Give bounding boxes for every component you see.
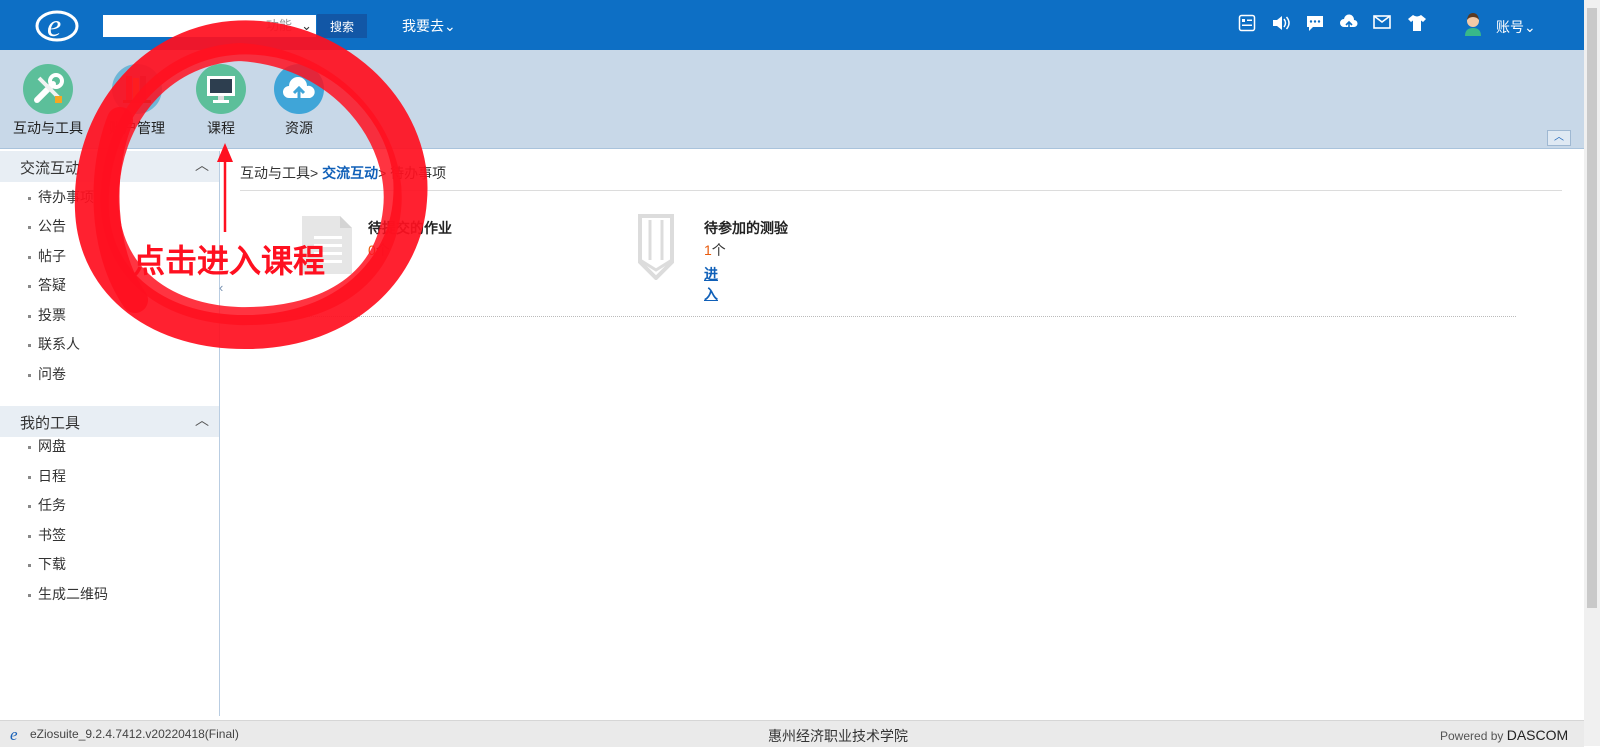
sidebar-item-label: 答疑 xyxy=(38,277,66,293)
app-label: 账户管理 xyxy=(109,120,165,136)
count-value: 0 xyxy=(368,242,376,258)
sidebar-item-announcement[interactable]: 公告 xyxy=(28,216,66,236)
search-button[interactable]: 搜索 xyxy=(317,14,367,38)
sidebar-collapse-handle[interactable]: ‹ xyxy=(219,280,231,304)
speaker-icon[interactable] xyxy=(1271,14,1291,34)
sidebar-item-label: 问卷 xyxy=(38,366,66,382)
chevron-down-icon: ⌄ xyxy=(444,18,456,34)
annotation-label: 点击进入课程 xyxy=(133,243,326,279)
powered-brand: DASCOM xyxy=(1506,727,1569,743)
tshirt-icon[interactable] xyxy=(1407,14,1427,34)
app-label: 资源 xyxy=(285,120,313,136)
sidebar-item-label: 下载 xyxy=(38,556,66,572)
cloud-icon xyxy=(274,64,324,114)
version-text: eZiosuite_9.2.4.7412.v20220418(Final) xyxy=(30,727,239,741)
section-title: 交流互动 xyxy=(20,160,81,177)
sidebar-section-my-tools[interactable]: 我的工具 ︿ xyxy=(0,406,219,437)
card-count: 1个 xyxy=(704,240,726,260)
goto-menu[interactable]: 我要去⌄ xyxy=(402,16,456,36)
app-toolbar: 互动与工具 账户管理 课程 资源 xyxy=(0,50,1584,149)
count-unit: 个 xyxy=(375,242,390,258)
footer: e eZiosuite_9.2.4.7412.v20220418(Final) … xyxy=(0,720,1584,747)
chevron-left-icon: ‹ xyxy=(219,280,224,295)
sidebar-item-task[interactable]: 任务 xyxy=(28,495,66,515)
sidebar-item-label: 待办事项 xyxy=(38,189,94,205)
page-scrollbar[interactable] xyxy=(1584,0,1600,746)
breadcrumb-current: > 待办事项 xyxy=(378,165,447,181)
chevron-up-icon: ︿ xyxy=(195,157,209,173)
chevron-down-icon: ⌄ xyxy=(301,18,312,33)
sidebar-item-label: 公告 xyxy=(38,218,66,234)
avatar xyxy=(1465,13,1481,36)
sidebar-item-label: 投票 xyxy=(38,307,66,323)
sidebar-item-bookmark[interactable]: 书签 xyxy=(28,525,66,545)
sidebar-item-qrcode[interactable]: 生成二维码 xyxy=(28,584,108,604)
ezio-small-logo-icon: e xyxy=(10,726,18,742)
app-resources[interactable]: 资源 xyxy=(259,64,339,138)
enter-quiz-link[interactable]: 进入 xyxy=(704,264,718,304)
monitor-icon xyxy=(196,64,246,114)
powered-prefix: Powered by xyxy=(1440,729,1507,743)
top-bar: e 功能 ⌄ 搜索 我要去⌄ 账号⌄ xyxy=(0,0,1584,50)
sidebar-item-label: 帖子 xyxy=(38,248,66,264)
app-interaction-tools[interactable]: 互动与工具 xyxy=(8,64,88,138)
content-divider xyxy=(286,316,1516,317)
breadcrumb: 互动与工具> 交流互动> 待办事项 xyxy=(240,163,446,183)
card-count: 0个 xyxy=(368,240,390,260)
chat-icon[interactable] xyxy=(1305,14,1325,34)
profile-card-icon[interactable] xyxy=(1238,14,1258,34)
section-title: 我的工具 xyxy=(20,415,81,432)
app-label: 互动与工具 xyxy=(13,120,83,136)
goto-menu-label: 我要去 xyxy=(402,18,444,34)
sidebar-item-label: 生成二维码 xyxy=(38,586,108,602)
app-label: 课程 xyxy=(207,120,235,136)
chevron-down-icon: ⌄ xyxy=(1524,19,1536,35)
sidebar-item-label: 联系人 xyxy=(38,336,80,352)
card-title: 待提交的作业 xyxy=(368,220,452,236)
sidebar-section-communication[interactable]: 交流互动 ︿ xyxy=(0,151,219,182)
tools-icon xyxy=(23,64,73,114)
scrollbar-thumb[interactable] xyxy=(1587,8,1597,608)
svg-text:e: e xyxy=(10,726,18,742)
mail-icon[interactable] xyxy=(1373,14,1393,34)
sidebar-item-schedule[interactable]: 日程 xyxy=(28,466,66,486)
sidebar-item-label: 书签 xyxy=(38,527,66,543)
sidebar-item-posts[interactable]: 帖子 xyxy=(28,246,66,266)
sidebar-item-label: 网盘 xyxy=(38,438,66,454)
breadcrumb-divider xyxy=(240,190,1562,191)
count-unit: 个 xyxy=(711,242,726,258)
search-input[interactable] xyxy=(103,15,258,37)
sidebar-item-vote[interactable]: 投票 xyxy=(28,305,66,325)
count-value: 1 xyxy=(704,242,712,258)
sidebar-item-label: 任务 xyxy=(38,497,66,513)
sidebar-item-todo[interactable]: 待办事项 xyxy=(28,187,94,207)
collapse-toolbar-button[interactable]: ︿ xyxy=(1547,130,1571,146)
sidebar-item-survey[interactable]: 问卷 xyxy=(28,364,66,384)
breadcrumb-root[interactable]: 互动与工具> xyxy=(240,165,322,181)
sidebar-item-download[interactable]: 下载 xyxy=(28,554,66,574)
app-course[interactable]: 课程 xyxy=(181,64,261,138)
books-icon xyxy=(112,64,162,114)
svg-text:e: e xyxy=(47,7,61,43)
sidebar-item-label: 日程 xyxy=(38,468,66,484)
search-scope-select[interactable]: 功能 ⌄ xyxy=(258,15,316,37)
ezio-logo[interactable]: e xyxy=(34,6,80,44)
school-name: 惠州经济职业技术学院 xyxy=(768,728,908,744)
sidebar-item-netdisk[interactable]: 网盘 xyxy=(28,436,66,456)
chevron-up-icon: ︿ xyxy=(1554,132,1564,143)
pencil-icon xyxy=(638,214,674,280)
app-account-management[interactable]: 账户管理 xyxy=(97,64,177,138)
sidebar-item-qa[interactable]: 答疑 xyxy=(28,275,66,295)
breadcrumb-active[interactable]: 交流互动 xyxy=(322,165,378,181)
chevron-up-icon: ︿ xyxy=(195,412,209,428)
card-title: 待参加的测验 xyxy=(704,220,788,236)
search-scope-label: 功能 xyxy=(266,18,293,33)
sidebar-item-contacts[interactable]: 联系人 xyxy=(28,334,80,354)
account-label: 账号 xyxy=(1496,19,1524,35)
cloud-upload-icon[interactable] xyxy=(1339,14,1359,34)
powered-by: Powered by DASCOM xyxy=(1440,727,1568,743)
